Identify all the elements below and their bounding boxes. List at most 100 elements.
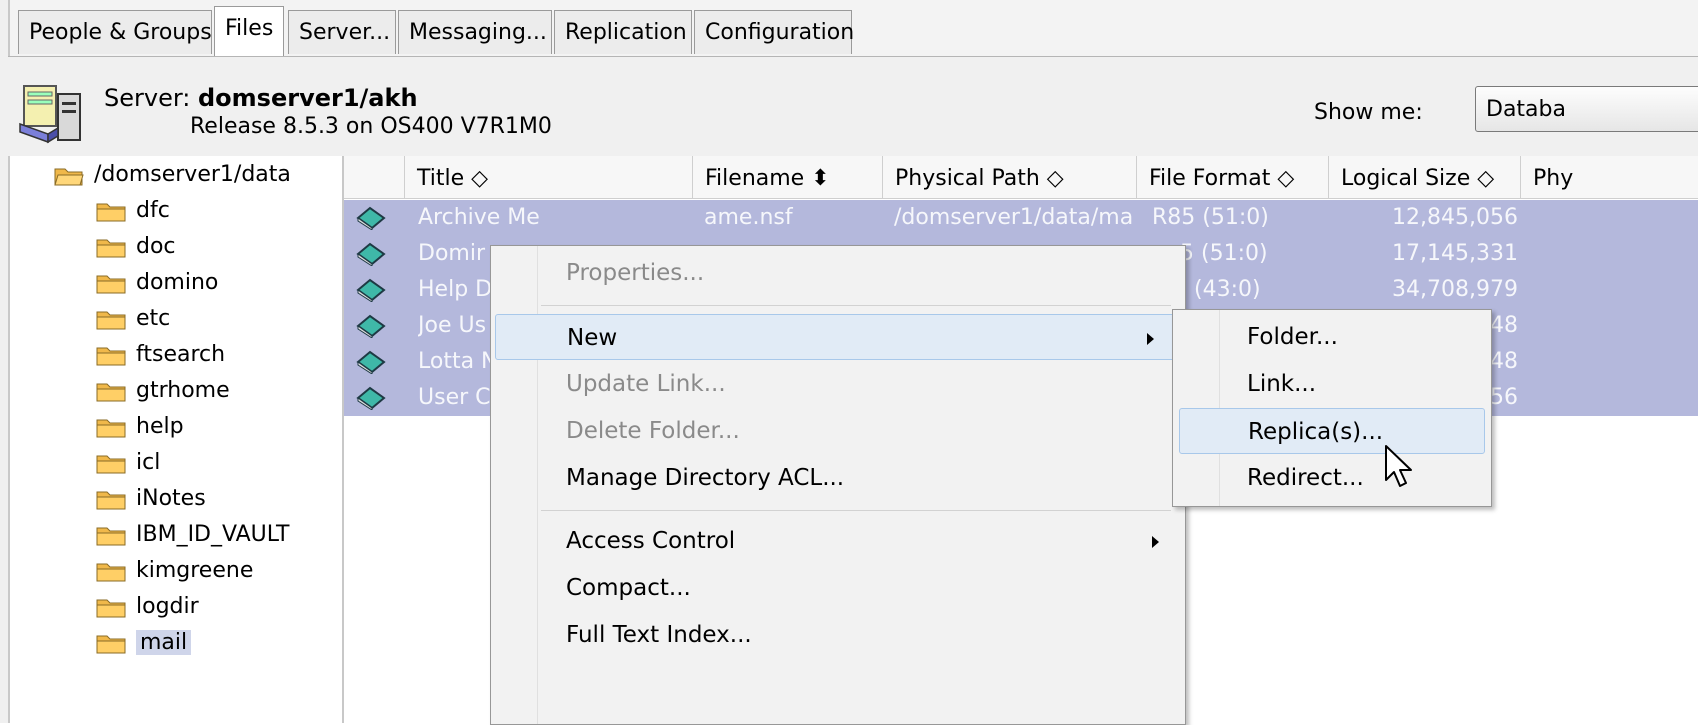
server-name: Server: domserver1/akh bbox=[104, 84, 418, 112]
cell-format: R85 (51:0) bbox=[1152, 205, 1269, 230]
tree-item-label: icl bbox=[136, 450, 161, 475]
cell-path: /domserver1/data/ma bbox=[894, 205, 1134, 230]
tree-item-label: help bbox=[136, 414, 184, 439]
tree-root[interactable]: /domserver1/data bbox=[54, 158, 291, 192]
menu-item-delete-folder[interactable]: Delete Folder... bbox=[491, 408, 1185, 454]
tree-item-label: dfc bbox=[136, 198, 170, 223]
cell-format: 5 (51:0) bbox=[1180, 241, 1268, 266]
column-file-format[interactable]: File Format ◇ bbox=[1136, 156, 1328, 198]
context-menu: Properties... New Update Link... Delete … bbox=[490, 245, 1186, 725]
database-icon bbox=[356, 242, 386, 266]
column-header-row: Title ◇ Filename ⬍ Physical Path ◇ File … bbox=[344, 156, 1698, 199]
tree-item-kimgreene[interactable]: kimgreene bbox=[96, 554, 253, 588]
menu-item-label: Link... bbox=[1247, 371, 1317, 397]
database-icon bbox=[356, 386, 386, 410]
show-me-label: Show me: bbox=[1314, 100, 1423, 125]
submenu-item-link[interactable]: Link... bbox=[1173, 361, 1491, 407]
database-icon bbox=[356, 278, 386, 302]
cell-size: 34,708,979 bbox=[1392, 277, 1518, 302]
tab-messaging[interactable]: Messaging... bbox=[398, 10, 552, 54]
tab-replication[interactable]: Replication bbox=[554, 10, 692, 54]
tab-files[interactable]: Files bbox=[214, 6, 284, 56]
menu-item-new[interactable]: New bbox=[495, 314, 1181, 360]
tree-item-ibm-id-vault[interactable]: IBM_ID_VAULT bbox=[96, 518, 289, 552]
column-title[interactable]: Title ◇ bbox=[404, 156, 692, 198]
menu-item-label: Full Text Index... bbox=[566, 622, 752, 648]
menu-item-manage-directory-acl[interactable]: Manage Directory ACL... bbox=[491, 455, 1185, 501]
tree-item-dfc[interactable]: dfc bbox=[96, 194, 170, 228]
tree-item-label: logdir bbox=[136, 594, 199, 619]
tab-server[interactable]: Server... bbox=[288, 10, 396, 54]
table-row[interactable]: Archive Me ame.nsf /domserver1/data/ma R… bbox=[344, 200, 1698, 236]
tree-item-icl[interactable]: icl bbox=[96, 446, 160, 480]
cell-title: Archive Me bbox=[418, 205, 540, 230]
submenu-item-replicas[interactable]: Replica(s)... bbox=[1179, 408, 1485, 454]
menu-item-compact[interactable]: Compact... bbox=[491, 565, 1185, 611]
tree-item-doc[interactable]: doc bbox=[96, 230, 176, 264]
tree-item-label: doc bbox=[136, 234, 176, 259]
menu-item-label: Folder... bbox=[1247, 324, 1338, 350]
column-physical-size[interactable]: Phy bbox=[1520, 156, 1698, 198]
folder-tree: /domserver1/data dfc doc domino etc ftse… bbox=[10, 156, 344, 723]
menu-item-access-control[interactable]: Access Control bbox=[491, 518, 1185, 564]
tree-item-label: iNotes bbox=[136, 486, 206, 511]
column-logical-size[interactable]: Logical Size ◇ bbox=[1328, 156, 1520, 198]
menu-item-label: Redirect... bbox=[1247, 465, 1364, 491]
server-icon bbox=[19, 85, 81, 144]
menu-item-label: Properties... bbox=[566, 260, 705, 286]
folder-icon bbox=[96, 417, 126, 438]
folder-icon bbox=[96, 453, 126, 474]
column-physical-path[interactable]: Physical Path ◇ bbox=[882, 156, 1136, 198]
menu-item-label: Delete Folder... bbox=[566, 418, 740, 444]
tree-item-label: ftsearch bbox=[136, 342, 226, 367]
tree-item-label: IBM_ID_VAULT bbox=[136, 522, 290, 547]
menu-item-label: New bbox=[567, 325, 618, 351]
menu-item-properties[interactable]: Properties... bbox=[491, 250, 1185, 296]
tree-item-gtrhome[interactable]: gtrhome bbox=[96, 374, 230, 408]
menu-item-update-link[interactable]: Update Link... bbox=[491, 361, 1185, 407]
tree-item-label: domino bbox=[136, 270, 219, 295]
tree-item-logdir[interactable]: logdir bbox=[96, 590, 199, 624]
database-icon bbox=[356, 206, 386, 230]
column-filename[interactable]: Filename ⬍ bbox=[692, 156, 882, 198]
tree-item-etc[interactable]: etc bbox=[96, 302, 170, 336]
database-icon bbox=[356, 350, 386, 374]
folder-icon bbox=[96, 237, 126, 258]
folder-open-icon bbox=[54, 165, 84, 186]
folder-icon bbox=[96, 489, 126, 510]
folder-icon bbox=[96, 309, 126, 330]
menu-separator bbox=[541, 305, 1171, 306]
database-icon bbox=[356, 314, 386, 338]
tree-item-mail[interactable]: mail bbox=[96, 626, 192, 660]
tree-item-label: kimgreene bbox=[136, 558, 254, 583]
tree-item-inotes[interactable]: iNotes bbox=[96, 482, 206, 516]
mouse-pointer-icon bbox=[1385, 445, 1412, 487]
menu-item-full-text-index[interactable]: Full Text Index... bbox=[491, 612, 1185, 658]
tree-item-ftsearch[interactable]: ftsearch bbox=[96, 338, 225, 372]
folder-icon bbox=[96, 561, 126, 582]
folder-icon bbox=[96, 597, 126, 618]
folder-icon bbox=[96, 525, 126, 546]
tab-configuration[interactable]: Configuration bbox=[694, 10, 854, 54]
cell-format: (43:0) bbox=[1194, 277, 1261, 302]
cell-size: 17,145,331 bbox=[1392, 241, 1518, 266]
tab-people-groups[interactable]: People & Groups bbox=[18, 10, 212, 54]
menu-item-label: Replica(s)... bbox=[1248, 419, 1384, 445]
menu-separator bbox=[541, 510, 1171, 511]
menu-item-label: Manage Directory ACL... bbox=[566, 465, 845, 491]
submenu-item-redirect[interactable]: Redirect... bbox=[1173, 455, 1491, 501]
tree-item-domino[interactable]: domino bbox=[96, 266, 218, 300]
menu-item-label: Compact... bbox=[566, 575, 691, 601]
tree-item-label: gtrhome bbox=[136, 378, 230, 403]
tree-root-label: /domserver1/data bbox=[94, 162, 291, 187]
folder-icon bbox=[96, 201, 126, 222]
folder-icon bbox=[96, 633, 126, 654]
cell-filename: ame.nsf bbox=[704, 205, 793, 230]
server-release: Release 8.5.3 on OS400 V7R1M0 bbox=[190, 114, 552, 139]
submenu-item-folder[interactable]: Folder... bbox=[1173, 314, 1491, 360]
new-submenu: Folder... Link... Replica(s)... Redirect… bbox=[1172, 309, 1492, 507]
show-me-dropdown[interactable]: Databa bbox=[1475, 86, 1698, 132]
tree-item-help[interactable]: help bbox=[96, 410, 184, 444]
submenu-arrow-icon bbox=[1147, 333, 1154, 345]
tree-item-label-selected: mail bbox=[136, 630, 192, 655]
